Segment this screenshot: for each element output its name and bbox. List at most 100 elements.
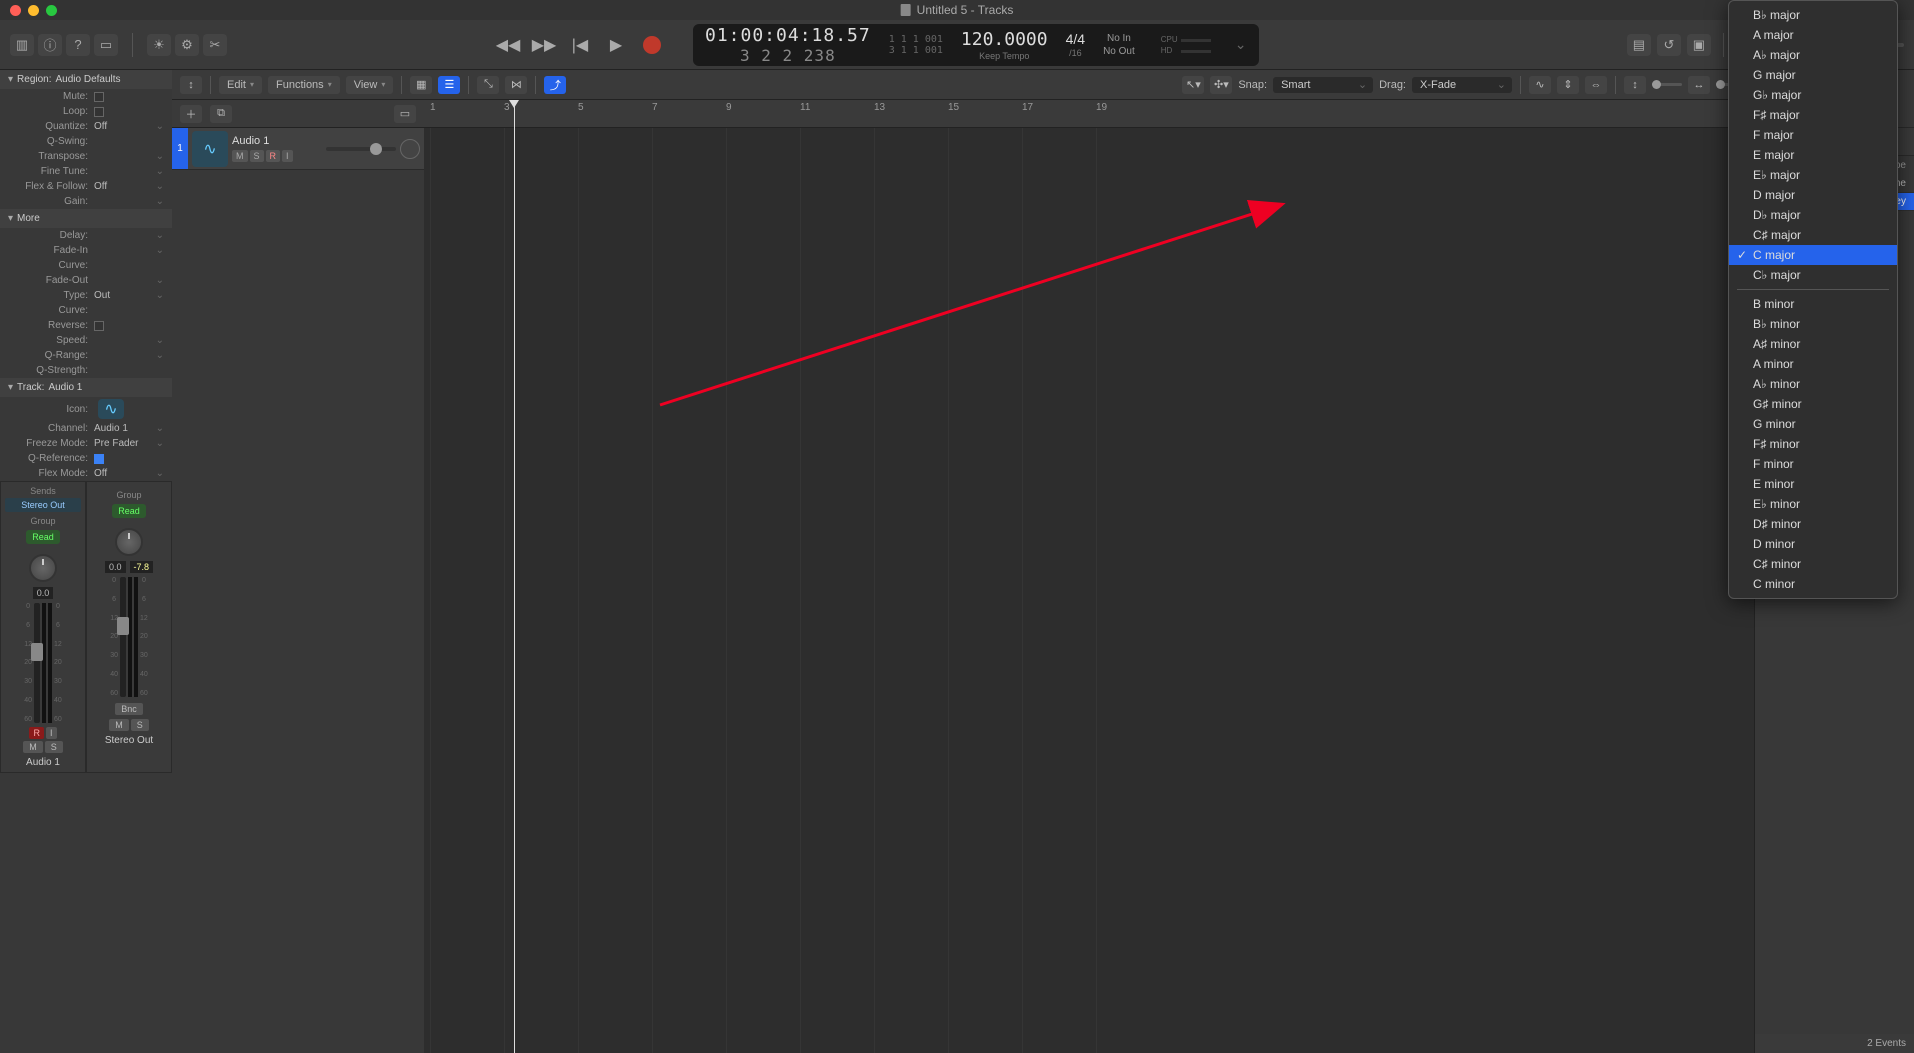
key-menu-item[interactable]: G minor — [1729, 414, 1897, 434]
key-menu-item[interactable]: C minor — [1729, 574, 1897, 594]
key-menu-item[interactable]: E minor — [1729, 474, 1897, 494]
inspector-row[interactable]: Freeze Mode:Pre Fader⌄ — [0, 436, 172, 451]
minimize-button[interactable] — [28, 5, 39, 16]
fader[interactable] — [34, 603, 40, 723]
edit-menu[interactable]: Edit▾ — [219, 76, 262, 94]
arrangement-area[interactable]: 135791113151719 — [424, 100, 1754, 1053]
inspector-row[interactable]: Q-Swing: — [0, 134, 172, 149]
division[interactable]: /16 — [1066, 48, 1085, 58]
automation-mode[interactable]: Read — [112, 504, 146, 518]
inspector-row[interactable]: Q-Strength: — [0, 363, 172, 378]
key-menu-item[interactable]: A♯ minor — [1729, 334, 1897, 354]
inspector-row[interactable]: Fade-In⌄ — [0, 243, 172, 258]
bars-bottom[interactable]: 3 1 1 001 — [889, 45, 943, 56]
track-pan-knob[interactable] — [400, 139, 420, 159]
secondary-tool-icon[interactable]: ✣▾ — [1210, 76, 1232, 94]
track-icon-preview[interactable]: ∿ — [98, 399, 124, 419]
inspector-row[interactable]: Channel:Audio 1⌄ — [0, 421, 172, 436]
m-button[interactable]: M — [23, 741, 43, 753]
vertical-zoom-icon[interactable]: ⇕ — [1557, 76, 1579, 94]
key-menu-item[interactable]: C♯ major — [1729, 225, 1897, 245]
close-button[interactable] — [10, 5, 21, 16]
inspector-row[interactable]: Q-Reference: — [0, 451, 172, 466]
snap-value[interactable]: Smart — [1273, 77, 1373, 93]
help-button[interactable]: ? — [66, 34, 90, 56]
playhead[interactable] — [514, 100, 515, 1053]
functions-menu[interactable]: Functions▾ — [268, 76, 340, 94]
loop-button[interactable]: ↺ — [1657, 34, 1681, 56]
m-button[interactable]: M — [109, 719, 129, 731]
key-menu-item[interactable]: D♭ major — [1729, 205, 1897, 225]
global-tracks-button[interactable]: ▭ — [394, 105, 416, 123]
link-icon[interactable]: ↕ — [180, 76, 202, 94]
zoom-v-icon[interactable]: ↕ — [1624, 76, 1646, 94]
r-button[interactable]: R — [29, 727, 44, 739]
track-section-header[interactable]: ▾ Track: Audio 1 — [0, 378, 172, 397]
add-track-button[interactable]: ＋ — [180, 105, 202, 123]
pointer-tool-icon[interactable]: ↖▾ — [1182, 76, 1204, 94]
mixer-button[interactable]: ⚙ — [175, 34, 199, 56]
time-signature[interactable]: 4/4 — [1066, 31, 1085, 47]
inspector-row[interactable]: Q-Range:⌄ — [0, 348, 172, 363]
track-volume-slider[interactable] — [326, 147, 396, 151]
smpte-time[interactable]: 01:00:04:18.57 — [705, 25, 871, 46]
toolbar-button[interactable]: ▭ — [94, 34, 118, 56]
key-signature-menu[interactable]: B♭ majorA majorA♭ majorG majorG♭ majorF♯… — [1728, 0, 1898, 599]
fader[interactable] — [120, 577, 126, 697]
key-menu-item[interactable]: C major — [1729, 245, 1897, 265]
inspector-row[interactable]: Reverse: — [0, 318, 172, 333]
checkbox[interactable] — [94, 454, 104, 464]
play-button[interactable]: ▶ — [603, 33, 629, 57]
bars-top[interactable]: 1 1 1 001 — [889, 34, 943, 45]
i-button[interactable]: I — [282, 150, 293, 162]
list-view-icon[interactable]: ☰ — [438, 76, 460, 94]
key-menu-item[interactable]: F major — [1729, 125, 1897, 145]
library-button[interactable]: ▥ — [10, 34, 34, 56]
key-menu-item[interactable]: B minor — [1729, 294, 1897, 314]
inspector-row[interactable]: Transpose:⌄ — [0, 149, 172, 164]
automation-mode[interactable]: Read — [26, 530, 60, 544]
inspector-row[interactable]: Delay:⌄ — [0, 228, 172, 243]
inspector-button[interactable]: ⓘ — [38, 34, 62, 56]
inspector-row[interactable]: Gain:⌄ — [0, 194, 172, 209]
pan-knob[interactable] — [29, 554, 57, 582]
lcd-menu-chevron[interactable]: ⌄ — [1235, 36, 1247, 53]
editors-button[interactable]: ✂ — [203, 34, 227, 56]
key-menu-item[interactable]: E♭ major — [1729, 165, 1897, 185]
maximize-button[interactable] — [46, 5, 57, 16]
view-menu[interactable]: View▾ — [346, 76, 394, 94]
catch-icon[interactable]: ⤴ — [544, 76, 566, 94]
inspector-row[interactable]: Speed:⌄ — [0, 333, 172, 348]
channel-strip[interactable]: SendsStereo OutGroupRead0.00612203040600… — [0, 481, 86, 773]
key-menu-item[interactable]: G♯ minor — [1729, 394, 1897, 414]
no-out[interactable]: No Out — [1103, 45, 1135, 58]
bounce-button[interactable]: Bnc — [115, 703, 143, 715]
key-menu-item[interactable]: D major — [1729, 185, 1897, 205]
ruler[interactable]: 135791113151719 — [424, 100, 1754, 128]
inspector-row[interactable]: Flex & Follow:Off⌄ — [0, 179, 172, 194]
key-menu-item[interactable]: D minor — [1729, 534, 1897, 554]
duplicate-track-button[interactable]: ⧉ — [210, 105, 232, 123]
key-menu-item[interactable]: G major — [1729, 65, 1897, 85]
horizontal-zoom-icon[interactable]: ⇔ — [1585, 76, 1607, 94]
key-menu-item[interactable]: D♯ minor — [1729, 514, 1897, 534]
no-in[interactable]: No In — [1103, 32, 1135, 45]
key-menu-item[interactable]: A♭ major — [1729, 45, 1897, 65]
m-button[interactable]: M — [232, 150, 248, 162]
key-menu-item[interactable]: E major — [1729, 145, 1897, 165]
zoom-v-slider[interactable] — [1652, 83, 1682, 86]
track-icon[interactable]: ∿ — [192, 131, 228, 167]
record-button[interactable] — [639, 33, 665, 57]
i-button[interactable]: I — [46, 727, 57, 739]
go-to-start-button[interactable]: |◀ — [567, 33, 593, 57]
pan-knob[interactable] — [115, 528, 143, 556]
inspector-row[interactable]: Curve: — [0, 258, 172, 273]
automation-icon[interactable]: ⤡ — [477, 76, 499, 94]
s-button[interactable]: S — [250, 150, 264, 162]
inspector-row[interactable]: Mute: — [0, 89, 172, 104]
flex-icon[interactable]: ⋈ — [505, 76, 527, 94]
tempo-value[interactable]: 120.0000 — [961, 29, 1048, 50]
key-menu-item[interactable]: G♭ major — [1729, 85, 1897, 105]
checkbox[interactable] — [94, 92, 104, 102]
key-menu-item[interactable]: A minor — [1729, 354, 1897, 374]
